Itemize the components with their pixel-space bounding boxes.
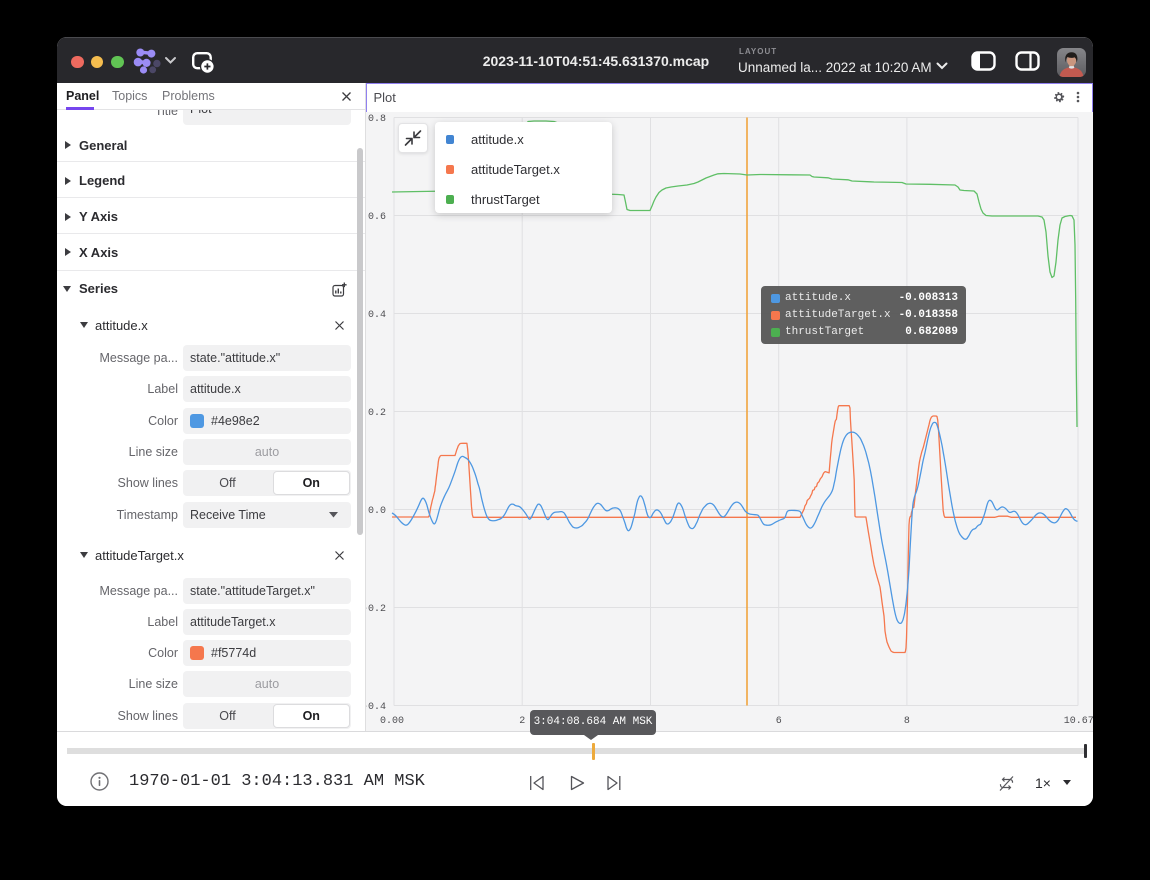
svg-text:0.00: 0.00 [379,716,403,727]
svg-text:6: 6 [775,716,781,727]
svg-text:10.67: 10.67 [1063,716,1092,727]
svg-text:8: 8 [903,716,909,727]
svg-text:0.2: 0.2 [367,408,385,419]
svg-text:0.0: 0.0 [367,506,385,517]
svg-text:-0.2: -0.2 [366,604,386,615]
svg-text:0.4: 0.4 [367,310,385,321]
svg-text:2: 2 [519,716,525,727]
svg-text:0.6: 0.6 [367,212,385,223]
svg-text:0.8: 0.8 [367,114,385,125]
svg-text:-0.4: -0.4 [366,702,386,713]
